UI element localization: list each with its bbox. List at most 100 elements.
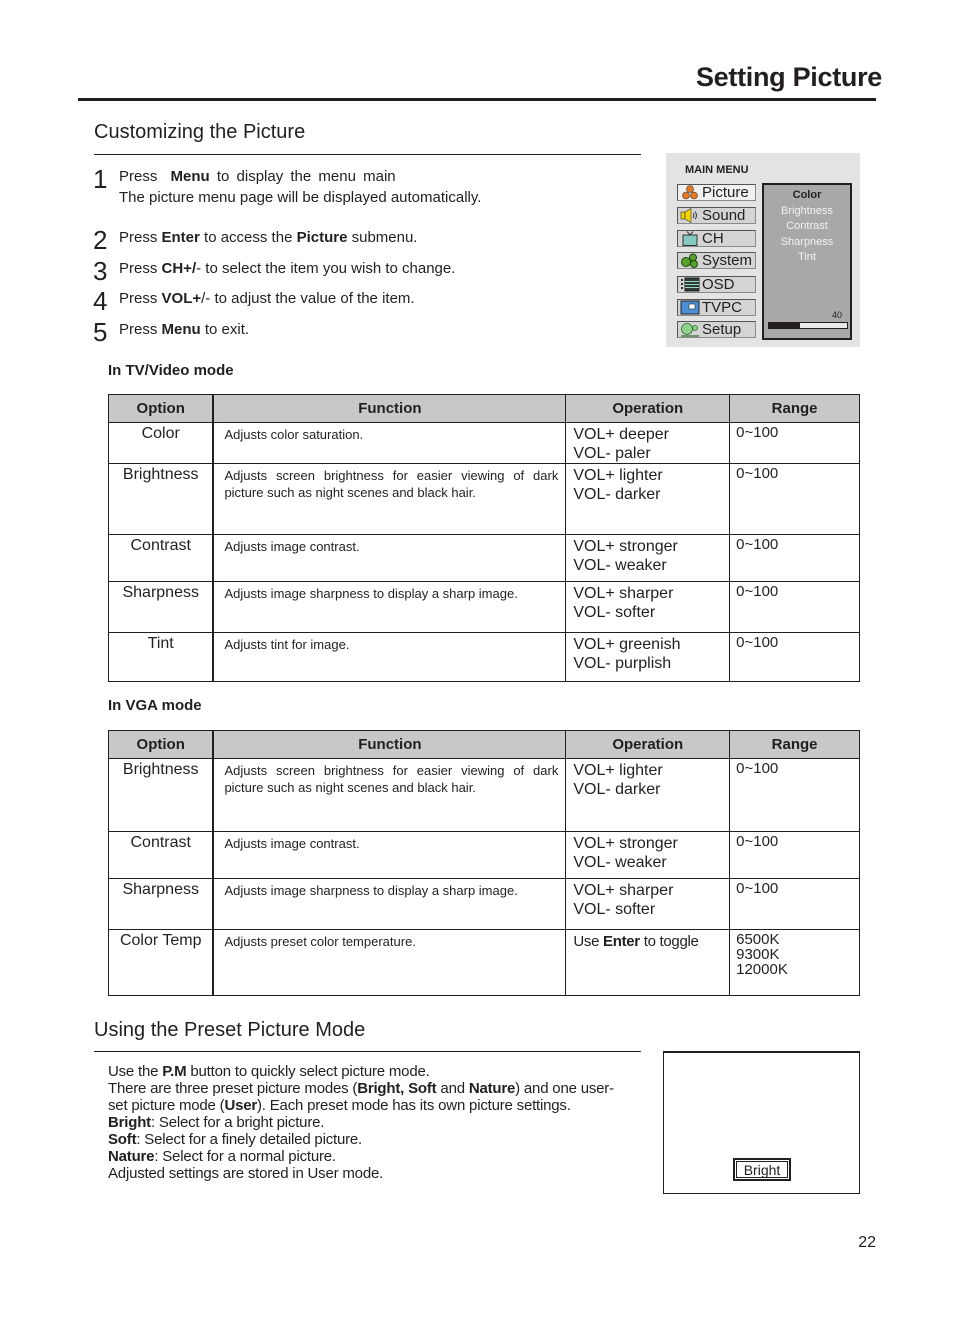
tv-icon xyxy=(680,231,700,246)
operation-cell: Use Enter to toggle xyxy=(565,929,731,996)
range-cell: 0~100 xyxy=(729,831,860,879)
column-header: Option xyxy=(108,394,214,423)
osd-item-ch[interactable]: CH xyxy=(677,230,756,247)
table-row: Sharpness Adjusts image sharpness to dis… xyxy=(108,878,860,930)
operation-cell: VOL+ stronger VOL- weaker xyxy=(565,534,731,582)
option-cell: Tint xyxy=(108,632,214,682)
section-title-preset: Using the Preset Picture Mode xyxy=(94,1019,366,1041)
table-header-row: Option Function Operation Range xyxy=(108,394,860,423)
osd-menu-title: MAIN MENU xyxy=(685,164,749,176)
table-row: Tint Adjusts tint for image. VOL+ greeni… xyxy=(108,632,860,682)
osd-submenu-option[interactable]: Contrast xyxy=(764,219,850,235)
osd-item-label: TVPC xyxy=(702,299,743,316)
range-cell: 0~100 xyxy=(729,422,860,464)
option-cell: Brightness xyxy=(108,463,214,535)
preset-description: Use the P.M button to quickly select pic… xyxy=(108,1063,648,1182)
function-cell: Adjusts image sharpness to display a sha… xyxy=(212,878,567,930)
option-cell: Contrast xyxy=(108,831,214,879)
setup-icon xyxy=(680,322,700,337)
osd-item-label: CH xyxy=(702,230,724,247)
osd-item-osd[interactable]: OSD xyxy=(677,276,756,293)
range-cell: 0~100 xyxy=(729,758,860,832)
option-cell: Sharpness xyxy=(108,581,214,633)
tv-mode-label: In TV/Video mode xyxy=(108,362,234,379)
step-number: 5 xyxy=(93,317,108,347)
function-cell: Adjusts screen brightness for easier vie… xyxy=(212,463,567,535)
operation-cell: VOL+ lighter VOL- darker xyxy=(565,463,731,535)
osd-main-menu: MAIN MENU Picture Sound CH System OSD TV xyxy=(666,153,860,347)
monitor-icon xyxy=(680,300,700,315)
operation-cell: VOL+ stronger VOL- weaker xyxy=(565,831,731,879)
range-cell: 0~100 xyxy=(729,463,860,535)
osd-item-label: Sound xyxy=(702,207,746,224)
preset-line: Bright: Select for a bright picture. xyxy=(108,1114,325,1131)
title-rule xyxy=(78,98,876,101)
table-row: Color Adjusts color saturation. VOL+ dee… xyxy=(108,422,860,464)
step-text: Press Menu to exit. xyxy=(119,321,250,338)
osd-submenu-option[interactable]: Sharpness xyxy=(764,235,850,251)
step-number: 2 xyxy=(93,225,108,255)
table-row: Contrast Adjusts image contrast. VOL+ st… xyxy=(108,831,860,879)
osd-level-bar-fill xyxy=(769,323,801,328)
section-title-customizing: Customizing the Picture xyxy=(94,121,306,143)
osd-item-label: Setup xyxy=(702,321,742,338)
osd-item-label: System xyxy=(702,252,753,269)
preset-line: Adjusted settings are stored in User mod… xyxy=(108,1165,384,1182)
function-cell: Adjusts image contrast. xyxy=(212,534,567,582)
page-title: Setting Picture xyxy=(695,62,882,92)
preset-line: Nature: Select for a normal picture. xyxy=(108,1148,336,1165)
osd-item-tvpc[interactable]: TVPC xyxy=(677,299,756,316)
option-cell: Color xyxy=(108,422,214,464)
preset-line: set picture mode (User). Each preset mod… xyxy=(108,1097,571,1114)
range-cell: 0~100 xyxy=(729,534,860,582)
step-text: Press CH+/- to select the item you wish … xyxy=(119,260,456,277)
osd-submenu-option[interactable]: Tint xyxy=(764,250,850,266)
range-cell: 0~100 xyxy=(729,632,860,682)
tv-mode-table: Option Function Operation Range Color Ad… xyxy=(108,394,860,682)
vga-mode-table: Option Function Operation Range Brightne… xyxy=(108,730,860,996)
operation-cell: VOL+ deeper VOL- paler xyxy=(565,422,731,464)
option-cell: Contrast xyxy=(108,534,214,582)
option-cell: Sharpness xyxy=(108,878,214,930)
column-header: Range xyxy=(729,730,860,759)
osd-item-sound[interactable]: Sound xyxy=(677,207,756,224)
section-rule xyxy=(94,1051,641,1052)
column-header: Function xyxy=(212,730,567,759)
function-cell: Adjusts image sharpness to display a sha… xyxy=(212,581,567,633)
step-number: 3 xyxy=(93,256,108,286)
step-number: 1 xyxy=(93,164,108,194)
osd-submenu-panel: Color Brightness Contrast Sharpness Tint… xyxy=(762,183,852,340)
column-header: Range xyxy=(729,394,860,423)
operation-cell: VOL+ sharper VOL- softer xyxy=(565,878,731,930)
preset-line: Use the P.M button to quickly select pic… xyxy=(108,1063,430,1080)
osd-item-picture[interactable]: Picture xyxy=(677,184,756,201)
osd-submenu-option[interactable]: Brightness xyxy=(764,204,850,220)
column-header: Function xyxy=(212,394,567,423)
range-cell: 0~100 xyxy=(729,878,860,930)
osd-item-system[interactable]: System xyxy=(677,252,756,269)
function-cell: Adjusts color saturation. xyxy=(212,422,567,464)
column-header: Operation xyxy=(565,394,731,423)
gears-icon xyxy=(680,253,700,268)
page-number: 22 xyxy=(858,1234,876,1251)
preset-line: There are three preset picture modes (Br… xyxy=(108,1080,614,1097)
function-cell: Adjusts tint for image. xyxy=(212,632,567,682)
column-header: Option xyxy=(108,730,214,759)
step-text: Press Menu to display the menu main xyxy=(119,168,396,185)
picture-icon xyxy=(680,185,700,200)
osd-item-setup[interactable]: Setup xyxy=(677,321,756,338)
step-number: 4 xyxy=(93,286,108,316)
step-text: Press VOL+/- to adjust the value of the … xyxy=(119,290,415,307)
step-text: Press Enter to access the Picture submen… xyxy=(119,229,418,246)
operation-cell: VOL+ sharper VOL- softer xyxy=(565,581,731,633)
picture-mode-indicator: Bright xyxy=(733,1158,791,1181)
vga-mode-label: In VGA mode xyxy=(108,697,202,714)
function-cell: Adjusts preset color temperature. xyxy=(212,929,567,996)
osd-submenu-selected[interactable]: Color xyxy=(764,188,850,204)
operation-cell: VOL+ greenish VOL- purplish xyxy=(565,632,731,682)
picture-mode-label: Bright xyxy=(736,1161,788,1178)
osd-item-label: OSD xyxy=(702,276,735,293)
osd-level-bar[interactable] xyxy=(768,322,848,329)
operation-cell: VOL+ lighter VOL- darker xyxy=(565,758,731,832)
table-row: Contrast Adjusts image contrast. VOL+ st… xyxy=(108,534,860,582)
